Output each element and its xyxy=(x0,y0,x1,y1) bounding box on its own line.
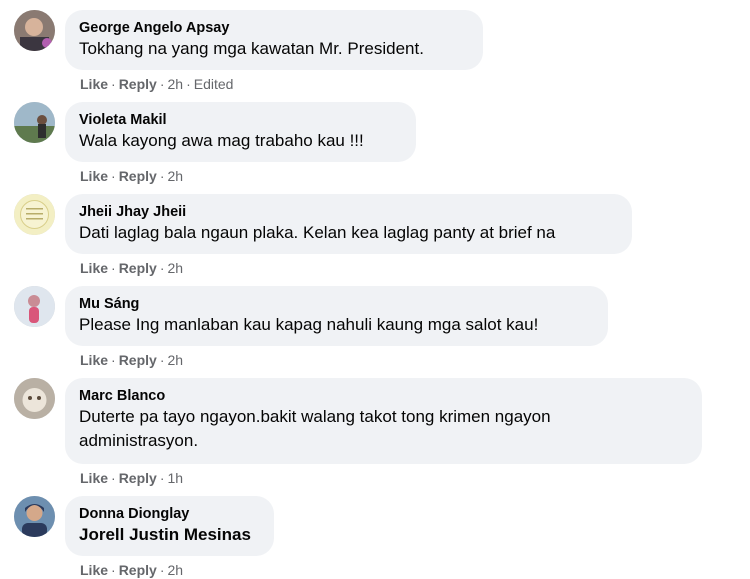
comment-text: Tokhang na yang mga kawatan Mr. Presiden… xyxy=(79,39,424,58)
comment-bubble: George Angelo Apsay Tokhang na yang mga … xyxy=(65,10,483,70)
edited-label[interactable]: Edited xyxy=(194,76,234,92)
separator-dot: · xyxy=(159,76,165,92)
mention-link[interactable]: Jorell Justin Mesinas xyxy=(79,523,260,547)
profile-photo-icon xyxy=(14,10,55,51)
comment-author[interactable]: Violeta Makil xyxy=(79,111,402,129)
reply-button[interactable]: Reply xyxy=(119,76,157,92)
comment-timestamp[interactable]: 2h xyxy=(167,76,183,92)
like-button[interactable]: Like xyxy=(80,470,108,486)
like-button[interactable]: Like xyxy=(80,352,108,368)
separator-dot: · xyxy=(111,352,116,368)
reply-button[interactable]: Reply xyxy=(119,260,157,276)
avatar[interactable] xyxy=(14,496,55,537)
reply-button[interactable]: Reply xyxy=(119,562,157,578)
separator-dot: · xyxy=(159,562,165,578)
profile-photo-icon xyxy=(14,102,55,143)
comment-author[interactable]: Mu Sáng xyxy=(79,295,594,313)
comment-timestamp[interactable]: 2h xyxy=(167,352,183,368)
like-button[interactable]: Like xyxy=(80,562,108,578)
comment-actions: Like · Reply · 2h xyxy=(80,167,183,185)
separator-dot: · xyxy=(159,260,165,276)
comment-list: George Angelo Apsay Tokhang na yang mga … xyxy=(0,0,750,578)
separator-dot: · xyxy=(111,76,116,92)
comment-timestamp[interactable]: 2h xyxy=(167,168,183,184)
avatar[interactable] xyxy=(14,194,55,235)
separator-dot: · xyxy=(159,470,165,486)
avatar[interactable] xyxy=(14,102,55,143)
comment-timestamp[interactable]: 2h xyxy=(167,562,183,578)
comment-actions: Like · Reply · 2h xyxy=(80,259,183,277)
comment-author[interactable]: Marc Blanco xyxy=(79,387,688,405)
avatar[interactable] xyxy=(14,10,55,51)
comment-text: Wala kayong awa mag trabaho kau !!! xyxy=(79,131,364,150)
profile-photo-icon xyxy=(14,378,55,419)
comment-bubble: Donna Dionglay Jorell Justin Mesinas xyxy=(65,496,274,556)
like-button[interactable]: Like xyxy=(80,260,108,276)
comment-text: Please Ing manlaban kau kapag nahuli kau… xyxy=(79,315,539,334)
separator-dot: · xyxy=(159,168,165,184)
separator-dot: · xyxy=(111,260,116,276)
profile-photo-icon xyxy=(14,496,55,537)
separator-dot: · xyxy=(159,352,165,368)
separator-dot: · xyxy=(186,76,191,92)
comment-author[interactable]: Donna Dionglay xyxy=(79,505,260,523)
profile-photo-icon xyxy=(14,286,55,327)
avatar[interactable] xyxy=(14,286,55,327)
avatar[interactable] xyxy=(14,378,55,419)
comment-bubble: Marc Blanco Duterte pa tayo ngayon.bakit… xyxy=(65,378,702,464)
comment-text-line: Duterte pa tayo ngayon.bakit walang tako… xyxy=(79,407,551,426)
comment-text: Dati laglag bala ngaun plaka. Kelan kea … xyxy=(79,223,556,242)
comment-author[interactable]: Jheii Jhay Jheii xyxy=(79,203,618,221)
comment-actions: Like · Reply · 1h xyxy=(80,469,183,487)
comment-text-line: administrasyon. xyxy=(79,431,199,450)
reply-button[interactable]: Reply xyxy=(119,470,157,486)
separator-dot: · xyxy=(111,470,116,486)
comment-actions: Like · Reply · 2h · Edited xyxy=(80,75,233,93)
comment-timestamp[interactable]: 1h xyxy=(167,470,183,486)
reply-button[interactable]: Reply xyxy=(119,352,157,368)
comment-author[interactable]: George Angelo Apsay xyxy=(79,19,469,37)
like-button[interactable]: Like xyxy=(80,76,108,92)
comment-bubble: Violeta Makil Wala kayong awa mag trabah… xyxy=(65,102,416,162)
profile-photo-icon xyxy=(14,194,55,235)
comment-timestamp[interactable]: 2h xyxy=(167,260,183,276)
comment-bubble: Jheii Jhay Jheii Dati laglag bala ngaun … xyxy=(65,194,632,254)
separator-dot: · xyxy=(111,168,116,184)
comment-bubble: Mu Sáng Please Ing manlaban kau kapag na… xyxy=(65,286,608,346)
comment-actions: Like · Reply · 2h xyxy=(80,351,183,369)
reply-button[interactable]: Reply xyxy=(119,168,157,184)
comment-actions: Like · Reply · 2h xyxy=(80,561,183,579)
separator-dot: · xyxy=(111,562,116,578)
like-button[interactable]: Like xyxy=(80,168,108,184)
